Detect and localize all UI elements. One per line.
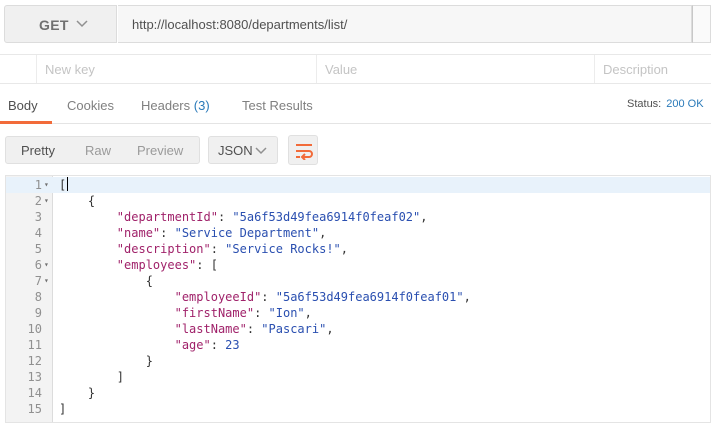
- response-tabs: Body Cookies Headers (3) Test Results: [0, 88, 711, 124]
- code-line: 12 }: [6, 353, 710, 369]
- code-line: 13 ]: [6, 369, 710, 385]
- tab-cookies[interactable]: Cookies: [67, 98, 114, 113]
- line-number: 14: [27, 386, 42, 400]
- line-number: 6: [34, 258, 42, 272]
- tab-body[interactable]: Body: [8, 98, 38, 113]
- pretty-button[interactable]: Pretty: [21, 143, 55, 158]
- code-line: 3 "departmentId": "5a6f53d49fea6914f0fea…: [6, 209, 710, 225]
- headers-count: (3): [193, 98, 210, 113]
- json-key: "employeeId": [174, 290, 262, 304]
- preview-button[interactable]: Preview: [137, 143, 183, 158]
- json-string: "5a6f53d49fea6914f0feaf01": [275, 290, 464, 304]
- param-description-placeholder: Description: [603, 62, 669, 77]
- line-number: 15: [27, 402, 42, 416]
- code-line: 14 }: [6, 385, 710, 401]
- url-input[interactable]: http://localhost:8080/departments/list/: [118, 5, 692, 43]
- response-body-editor[interactable]: 1 ▾ [ 2 ▾ { 3 "departmentId": "5a6f53d49…: [5, 175, 711, 423]
- line-number: 3: [34, 210, 42, 224]
- status-value: 200 OK: [666, 98, 704, 110]
- wrap-lines-icon: [296, 144, 313, 160]
- request-bar: GET http://localhost:8080/departments/li…: [4, 5, 711, 43]
- json-key: "departmentId": [116, 210, 218, 224]
- json-string: "Service Department": [174, 226, 320, 240]
- param-description-input[interactable]: Description: [594, 55, 711, 83]
- code-line: 11 "age": 23: [6, 337, 710, 353]
- method-label: GET: [39, 17, 69, 33]
- json-string: "Service Rocks!": [225, 242, 341, 256]
- method-select[interactable]: GET: [4, 5, 117, 43]
- json-key: "age": [174, 338, 211, 352]
- status-label: Status:: [627, 98, 662, 110]
- line-number: 9: [34, 306, 42, 320]
- code-line: 10 "lastName": "Pascari",: [6, 321, 710, 337]
- code-line: 15 ]: [6, 401, 710, 417]
- code-line: 9 "firstName": "Ion",: [6, 305, 710, 321]
- line-number: 1: [34, 178, 42, 192]
- param-key-input[interactable]: New key: [36, 55, 316, 83]
- json-key: "description": [116, 242, 211, 256]
- params-row: New key Value Description: [0, 54, 711, 84]
- tab-headers-label: Headers: [141, 98, 191, 113]
- line-number: 13: [27, 370, 42, 384]
- response-status: Status: 200 OK: [627, 98, 704, 110]
- json-number: 23: [225, 338, 240, 352]
- fold-arrow-icon[interactable]: ▾: [44, 257, 49, 273]
- active-tab-indicator: [0, 121, 52, 124]
- language-label: JSON: [218, 143, 253, 158]
- code-line: 1 ▾ [: [6, 177, 710, 193]
- json-key: "lastName": [174, 322, 247, 336]
- chevron-down-icon: [255, 147, 267, 155]
- code-line: 5 "description": "Service Rocks!",: [6, 241, 710, 257]
- line-number: 10: [27, 322, 42, 336]
- language-select[interactable]: JSON: [208, 136, 278, 164]
- wrap-lines-button[interactable]: [288, 135, 318, 165]
- code-line: 6 ▾ "employees": [: [6, 257, 710, 273]
- code-line: 8 "employeeId": "5a6f53d49fea6914f0feaf0…: [6, 289, 710, 305]
- json-string: "5a6f53d49fea6914f0feaf02": [232, 210, 421, 224]
- fold-arrow-icon[interactable]: ▾: [44, 193, 49, 209]
- tab-test-results[interactable]: Test Results: [242, 98, 313, 113]
- raw-button[interactable]: Raw: [85, 143, 111, 158]
- json-string: "Ion": [268, 306, 305, 320]
- line-number: 7: [34, 274, 42, 288]
- param-value-placeholder: Value: [325, 62, 358, 77]
- json-key: "employees": [116, 258, 197, 272]
- send-button-edge[interactable]: [692, 5, 711, 43]
- line-number: 8: [34, 290, 42, 304]
- code-line: 2 ▾ {: [6, 193, 710, 209]
- view-mode-group: Pretty Raw Preview: [5, 136, 200, 164]
- chevron-down-icon: [76, 20, 88, 28]
- json-key: "firstName": [174, 306, 255, 320]
- fold-arrow-icon[interactable]: ▾: [44, 273, 49, 289]
- json-string: "Pascari": [261, 322, 327, 336]
- fold-arrow-icon[interactable]: ▾: [44, 177, 49, 193]
- line-number: 2: [34, 194, 42, 208]
- param-value-input[interactable]: Value: [316, 55, 594, 83]
- tab-headers[interactable]: Headers (3): [141, 98, 210, 113]
- url-text: http://localhost:8080/departments/list/: [132, 17, 348, 32]
- param-key-placeholder: New key: [45, 62, 95, 77]
- line-number: 5: [34, 242, 42, 256]
- line-number: 4: [34, 226, 42, 240]
- format-toolbar: Pretty Raw Preview JSON: [0, 125, 711, 175]
- text-cursor: [67, 177, 69, 191]
- json-key: "name": [116, 226, 161, 240]
- code-line: 4 "name": "Service Department",: [6, 225, 710, 241]
- code-line: 7 ▾ {: [6, 273, 710, 289]
- line-number: 12: [27, 354, 42, 368]
- line-number: 11: [27, 338, 42, 352]
